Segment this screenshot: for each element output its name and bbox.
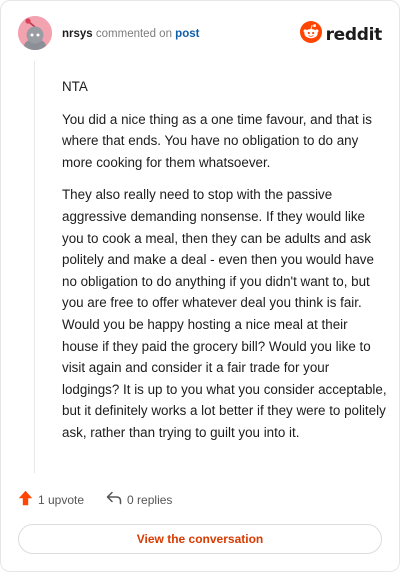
reply-arrow-icon [106,491,122,508]
comment-meta: nrsys commented on post [62,27,199,41]
comment-paragraph: They also really need to stop with the p… [62,187,387,440]
comment-body: NTA You did a nice thing as a one time f… [62,76,387,455]
reddit-logo[interactable]: reddit [299,21,383,48]
comment-paragraph: NTA [62,79,88,94]
comment-verb: commented on [95,28,172,40]
upvote-button[interactable]: 1 upvote [18,490,84,509]
upvote-arrow-icon [18,490,33,509]
upvote-count: 1 upvote [38,492,85,507]
post-link[interactable]: post [175,28,199,40]
reddit-wordmark: reddit [325,24,383,45]
thread-line [34,61,35,473]
comment-paragraph: You did a nice thing as a one time favou… [62,111,372,170]
reddit-alien-icon [299,21,322,48]
comment-embed-card: nrsys commented on post reddit NTA You d… [0,0,400,572]
reply-button[interactable]: 0 replies [106,491,172,508]
username-link[interactable]: nrsys [62,28,93,40]
reply-count: 0 replies [127,492,173,507]
view-conversation-button[interactable]: View the conversation [18,524,382,554]
snoo-avatar-icon[interactable] [18,16,52,50]
comment-actions: 1 upvote 0 replies [18,490,172,509]
